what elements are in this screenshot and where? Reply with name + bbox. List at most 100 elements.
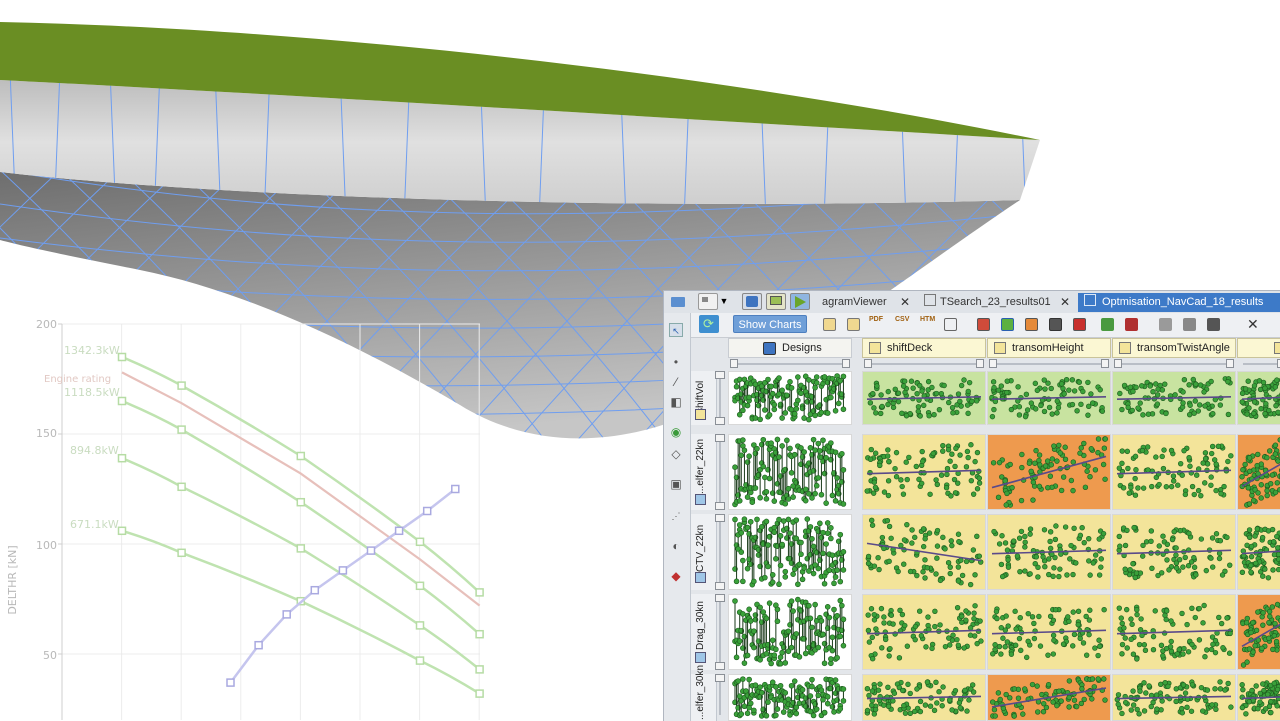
column-slider[interactable] [1237,359,1280,369]
column-slider[interactable] [1112,359,1236,369]
folder-open-icon[interactable] [823,318,836,331]
row-slider[interactable] [715,434,725,510]
scatter-cell[interactable] [862,371,986,425]
copy-icon[interactable]: ▣ [669,477,683,491]
scatter-cell[interactable] [1237,674,1280,721]
data-point [772,407,777,412]
scatter-cell[interactable] [728,514,852,590]
scatter-cell[interactable] [987,514,1111,590]
scatter-cell[interactable] [1112,371,1236,425]
scatter-cell[interactable] [1112,434,1236,510]
data-point [1102,607,1107,612]
data-point [1169,484,1174,489]
row-header-elfer-22kn[interactable]: ...elfer_22kn [691,434,717,510]
column-header-more[interactable] [1237,338,1280,358]
scatter-plot [1238,595,1280,669]
close-icon[interactable]: ✕ [900,293,910,312]
show-charts-button[interactable]: Show Charts [733,315,807,333]
screen-gray-icon[interactable] [1183,318,1196,331]
htm-icon[interactable]: HTM [920,316,935,323]
column-slider[interactable] [728,359,852,369]
scatter-cell[interactable] [728,371,852,425]
scatter-cell[interactable] [987,434,1111,510]
data-point [1209,475,1214,480]
matrix-icon[interactable] [1101,318,1114,331]
scatter-cell[interactable] [862,674,986,721]
row-header-ctv-22kn[interactable]: CTV_22kn [691,514,717,590]
scatter-cell[interactable] [862,514,986,590]
row-header-drag-30kn[interactable]: Drag_30kn [691,594,717,670]
pointer-icon[interactable]: ↖ [669,323,683,337]
row-slider[interactable] [715,594,725,670]
column-header-shiftdeck[interactable]: shiftDeck [862,338,986,358]
column-header-designs[interactable]: Designs [728,338,852,358]
scatter-cell[interactable] [862,434,986,510]
scatter-cell[interactable] [1112,514,1236,590]
tab-diagram-viewer[interactable]: agramViewer ✕ [816,293,914,312]
scatter-cell[interactable] [728,594,852,670]
gray-box-icon[interactable] [1049,318,1062,331]
data-point [1145,445,1150,450]
pdf-icon[interactable]: PDF [869,316,883,323]
close-icon[interactable]: ✕ [1247,316,1259,333]
tab-tsearch-results[interactable]: TSearch_23_results01 ✕ [918,293,1074,312]
column-slider[interactable] [987,359,1111,369]
row-slider[interactable] [715,674,725,721]
play-gray-icon[interactable] [1159,318,1172,331]
red-box-icon[interactable] [1073,318,1086,331]
dropdown-button[interactable]: ▼ [718,293,730,310]
data-point [880,535,885,540]
column-header-transomtwistangle[interactable]: transomTwistAngle [1112,338,1236,358]
scatter-cell[interactable] [1237,371,1280,425]
close-icon[interactable]: ✕ [1060,293,1070,312]
surface-icon[interactable]: ◧ [669,395,683,409]
gauge-icon[interactable]: ◐ [669,539,683,553]
scatter-cell[interactable] [1237,434,1280,510]
scatter-cell[interactable] [728,674,852,721]
tab-optimisation-results[interactable]: Optmisation_NavCad_18_results [1078,293,1280,312]
data-point [1256,490,1261,495]
data-point [780,443,785,448]
column-slider[interactable] [862,359,986,369]
scatter-cell[interactable] [862,594,986,670]
export-icon[interactable] [847,318,860,331]
scatter-cell[interactable] [1237,594,1280,670]
duplicate-icon[interactable] [944,318,957,331]
row-header-elfer-30kn[interactable]: ...elfer_30kn [691,674,717,721]
refresh-green-icon[interactable]: ◉ [669,425,683,439]
scatter-plot [1238,435,1280,509]
delete-red-icon[interactable] [977,318,990,331]
orange-box-icon[interactable] [1025,318,1038,331]
camera-icon[interactable] [1207,318,1220,331]
refresh-button[interactable]: ⟳ [699,315,719,333]
data-point [1143,691,1148,696]
scatter-cell[interactable] [987,371,1111,425]
data-point [802,566,807,571]
dots-icon[interactable]: ⋰ [669,509,683,523]
color-map-icon[interactable] [1125,318,1138,331]
csv-icon[interactable]: CSV [895,316,909,323]
scatter-cell[interactable] [987,594,1111,670]
scatter-cell[interactable] [1112,594,1236,670]
view-blue-button[interactable] [742,293,762,310]
scatter-cell[interactable] [1237,514,1280,590]
row-slider[interactable] [715,371,725,425]
data-point [748,701,753,706]
point-icon[interactable]: • [669,355,683,369]
data-point [993,714,998,719]
scatter-cell[interactable] [1112,674,1236,721]
row-header-shiftvol[interactable]: shiftVol [691,371,717,425]
curve-icon[interactable]: ⁄ [669,375,683,389]
color-icon[interactable]: ◆ [669,569,683,583]
view-monitor-button[interactable] [766,293,786,310]
check-green-icon[interactable] [1001,318,1014,331]
row-slider[interactable] [715,514,725,590]
eraser-icon[interactable]: ◇ [669,447,683,461]
column-header-transomheight[interactable]: transomHeight [987,338,1111,358]
view-play-button[interactable] [790,293,810,310]
scatter-cell[interactable] [728,434,852,510]
scatter-cell[interactable] [987,674,1111,721]
folder-button[interactable] [668,293,688,310]
data-point [891,698,896,703]
layout-button[interactable] [698,293,718,310]
